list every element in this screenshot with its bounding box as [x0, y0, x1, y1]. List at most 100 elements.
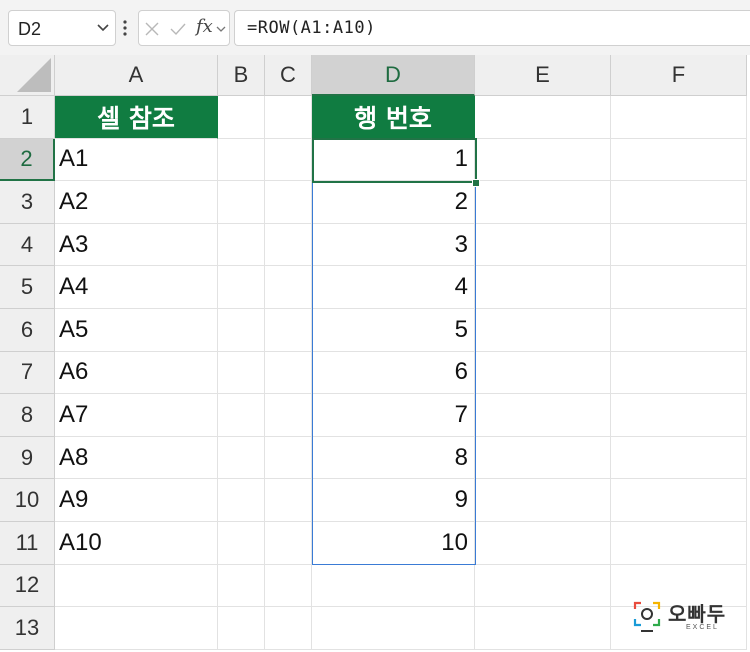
cell-b10[interactable] — [218, 479, 265, 522]
select-all-corner[interactable] — [0, 55, 55, 96]
cell-c9[interactable] — [265, 436, 312, 480]
cell-b11[interactable] — [218, 521, 265, 565]
cell-f11[interactable] — [611, 521, 747, 565]
cell-f2[interactable] — [611, 138, 747, 182]
cell-c13[interactable] — [265, 607, 312, 650]
cell-b3[interactable] — [218, 181, 265, 224]
cell-d11[interactable]: 10 — [312, 521, 475, 565]
cell-a13[interactable] — [55, 607, 218, 650]
cell-d5[interactable]: 4 — [312, 266, 475, 309]
cell-a6[interactable]: A5 — [55, 308, 218, 352]
cell-a9[interactable]: A8 — [55, 436, 218, 480]
cell-a12[interactable] — [55, 564, 218, 608]
cell-a8[interactable]: A7 — [55, 394, 218, 437]
row-header-9[interactable]: 9 — [0, 436, 55, 480]
cell-e1[interactable] — [475, 96, 611, 139]
cell-b7[interactable] — [218, 351, 265, 395]
cell-e10[interactable] — [475, 479, 611, 522]
row-header-4[interactable]: 4 — [0, 223, 55, 267]
cell-b1[interactable] — [218, 96, 265, 139]
row-header-11[interactable]: 11 — [0, 521, 55, 565]
cell-d10[interactable]: 9 — [312, 479, 475, 522]
formula-input[interactable]: =ROW(A1:A10) — [234, 10, 750, 46]
cell-b8[interactable] — [218, 394, 265, 437]
row-header-3[interactable]: 3 — [0, 181, 55, 224]
cell-c8[interactable] — [265, 394, 312, 437]
cell-d1[interactable]: 행 번호 — [312, 96, 475, 139]
row-header-7[interactable]: 7 — [0, 351, 55, 395]
cell-e4[interactable] — [475, 223, 611, 267]
row-header-1[interactable]: 1 — [0, 96, 55, 139]
row-header-13[interactable]: 13 — [0, 607, 55, 650]
insert-function-icon[interactable]: fx — [196, 16, 213, 37]
cell-c11[interactable] — [265, 521, 312, 565]
cell-c5[interactable] — [265, 266, 312, 309]
row-header-10[interactable]: 10 — [0, 479, 55, 522]
name-box[interactable]: D2 — [8, 10, 116, 46]
row-header-5[interactable]: 5 — [0, 266, 55, 309]
cell-a2[interactable]: A1 — [55, 138, 218, 182]
cell-a10[interactable]: A9 — [55, 479, 218, 522]
cell-e5[interactable] — [475, 266, 611, 309]
cell-d12[interactable] — [312, 564, 475, 608]
cell-c6[interactable] — [265, 308, 312, 352]
cell-f9[interactable] — [611, 436, 747, 480]
cell-a11[interactable]: A10 — [55, 521, 218, 565]
cell-f5[interactable] — [611, 266, 747, 309]
cell-b2[interactable] — [218, 138, 265, 182]
cell-c4[interactable] — [265, 223, 312, 267]
cell-f4[interactable] — [611, 223, 747, 267]
chevron-down-icon[interactable] — [95, 19, 111, 35]
cell-c12[interactable] — [265, 564, 312, 608]
column-header-b[interactable]: B — [218, 55, 265, 96]
row-header-2[interactable]: 2 — [0, 138, 55, 182]
row-header-8[interactable]: 8 — [0, 394, 55, 437]
cell-d4[interactable]: 3 — [312, 223, 475, 267]
cell-e13[interactable] — [475, 607, 611, 650]
cell-e8[interactable] — [475, 394, 611, 437]
cell-b12[interactable] — [218, 564, 265, 608]
column-header-f[interactable]: F — [611, 55, 747, 96]
cell-e6[interactable] — [475, 308, 611, 352]
cell-c3[interactable] — [265, 181, 312, 224]
check-icon[interactable] — [169, 21, 187, 37]
cell-c10[interactable] — [265, 479, 312, 522]
cell-d3[interactable]: 2 — [312, 181, 475, 224]
row-header-6[interactable]: 6 — [0, 308, 55, 352]
cell-e11[interactable] — [475, 521, 611, 565]
cell-f10[interactable] — [611, 479, 747, 522]
cell-f1[interactable] — [611, 96, 747, 139]
cell-d8[interactable]: 7 — [312, 394, 475, 437]
cell-c2[interactable] — [265, 138, 312, 182]
column-header-e[interactable]: E — [475, 55, 611, 96]
cell-b5[interactable] — [218, 266, 265, 309]
cell-e2[interactable] — [475, 138, 611, 182]
cell-a1[interactable]: 셀 참조 — [55, 96, 218, 139]
cell-e12[interactable] — [475, 564, 611, 608]
cell-f3[interactable] — [611, 181, 747, 224]
cell-d6[interactable]: 5 — [312, 308, 475, 352]
cell-a4[interactable]: A3 — [55, 223, 218, 267]
cell-a7[interactable]: A6 — [55, 351, 218, 395]
more-options-icon[interactable] — [120, 16, 130, 40]
cancel-icon[interactable] — [144, 21, 160, 37]
cell-b9[interactable] — [218, 436, 265, 480]
row-header-12[interactable]: 12 — [0, 564, 55, 608]
cell-c7[interactable] — [265, 351, 312, 395]
cell-a3[interactable]: A2 — [55, 181, 218, 224]
cell-f6[interactable] — [611, 308, 747, 352]
column-header-c[interactable]: C — [265, 55, 312, 96]
cell-d9[interactable]: 8 — [312, 436, 475, 480]
cell-d13[interactable] — [312, 607, 475, 650]
cell-a5[interactable]: A4 — [55, 266, 218, 309]
cell-e3[interactable] — [475, 181, 611, 224]
cell-d2[interactable]: 1 — [312, 138, 475, 182]
cell-b4[interactable] — [218, 223, 265, 267]
column-header-d[interactable]: D — [312, 55, 475, 96]
cell-d7[interactable]: 6 — [312, 351, 475, 395]
cell-b13[interactable] — [218, 607, 265, 650]
cell-e7[interactable] — [475, 351, 611, 395]
cell-e9[interactable] — [475, 436, 611, 480]
cell-f7[interactable] — [611, 351, 747, 395]
cell-c1[interactable] — [265, 96, 312, 139]
